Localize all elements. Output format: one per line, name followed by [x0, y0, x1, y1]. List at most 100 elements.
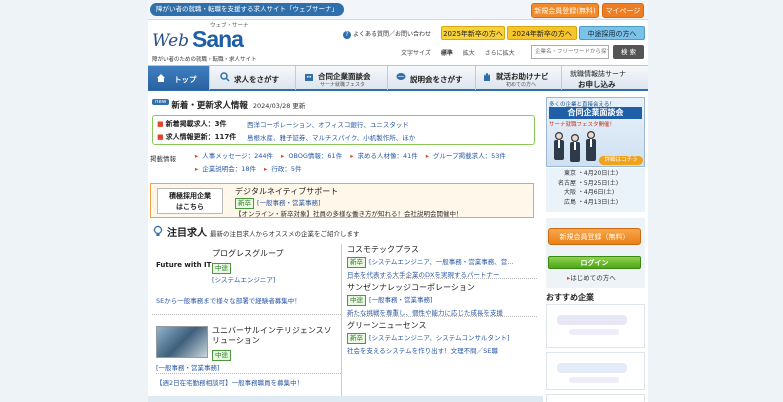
- job-category[interactable]: [一般事務・営業事務]: [369, 296, 433, 304]
- post-info-items: ▸ 人事メッセージ：244件 ▸ OBOG情報：61件 ▸ 求める人材像：41件 ▸ グループ…: [195, 150, 540, 176]
- fair-banner[interactable]: 多くの企業と直接会える！ 合同企業面談会 サーナ就職フェスタ開催！ 詳細はコチラ: [546, 97, 645, 167]
- nav-top[interactable]: トップ: [148, 66, 210, 90]
- nav-magazine[interactable]: 就職情報誌サーナ お申し込み: [562, 66, 648, 90]
- login-button[interactable]: ログイン: [548, 256, 641, 269]
- help-label: よくある質問／お問い合わせ: [353, 31, 432, 38]
- nav-jobs-label: 求人をさがす: [234, 75, 279, 84]
- recommend-card[interactable]: [546, 394, 645, 402]
- font-larger-button[interactable]: さらに拡大: [485, 50, 515, 57]
- hand-icon: [484, 73, 490, 81]
- main-nav: トップ 求人をさがす 合同企業面談会 サーナ就職フェスタ 説明会をさがす 就活お…: [148, 65, 648, 91]
- divider: [152, 314, 341, 315]
- sidebar-register-button[interactable]: 新規会員登録（無料）: [548, 228, 641, 245]
- news-new-links[interactable]: 西洋コーポレーション、オフィスコ銀行、ユニスタッド: [247, 119, 409, 129]
- divider: [347, 278, 537, 279]
- job-card[interactable]: コスモテックプラス 新卒 [システムエンジニア、一般事務・営業事務、営... 日本…: [347, 244, 537, 279]
- grad-2024-button[interactable]: 2024年新卒の方へ: [507, 26, 577, 40]
- news-date: 2024/03/28 更新: [252, 102, 306, 110]
- nav-fair[interactable]: 合同企業面談会 サーナ就職フェスタ: [296, 66, 388, 90]
- post-item[interactable]: ▸ OBOG情報：61件: [281, 152, 346, 160]
- search-input[interactable]: [531, 45, 609, 59]
- nav-seminar[interactable]: 説明会をさがす: [388, 66, 476, 90]
- attention-title: 注目求人: [167, 228, 207, 239]
- fair-schedule: 東京 ・4月20日(土) 名古屋 ・5月25日(土) 大阪 ・4月6日(土) 広…: [546, 168, 645, 212]
- post-info-label: 掲載情報: [150, 155, 176, 163]
- news-title: 新着・更新求人情報: [171, 101, 248, 111]
- font-size-label: 文字サイズ: [401, 50, 431, 57]
- job-category[interactable]: [システムエンジニア]: [212, 274, 275, 284]
- job-card[interactable]: グリーンニューセンス 新卒 [システムエンジニア、システムコンサルタント] 社会を…: [347, 320, 537, 355]
- attention-sub: 最新の注目求人からオススメの企業をご紹介します: [210, 230, 360, 238]
- schedule-row: 名古屋 ・5月25日(土): [557, 179, 619, 187]
- first-time-link[interactable]: ▸はじめての方へ: [567, 272, 616, 282]
- job-category[interactable]: [一般事務・営業事務]: [156, 362, 220, 372]
- nav-magazine-sub: お申し込み: [578, 80, 616, 89]
- corp-name[interactable]: デジタルネイティブサポート: [235, 186, 338, 197]
- schedule-row: 大阪 ・4月6日(土): [563, 189, 615, 196]
- nav-navi-sub: 初めての方へ: [506, 82, 537, 88]
- job-card[interactable]: サンゼンナレッジコーポレーション 中途 [一般事務・営業事務] 新たな挑戦を尊重し…: [347, 282, 537, 317]
- news-updated-links[interactable]: 島根水産、雅子証券、マルチスパイク、小机製作所、ほか: [247, 132, 415, 142]
- post-item[interactable]: ▸ 求める人材像：41件: [350, 152, 422, 160]
- recommend-card[interactable]: [546, 304, 645, 348]
- schedule-row: 東京 ・4月20日(土): [563, 170, 619, 177]
- post-item[interactable]: ▸ グループ掲載求人：53件: [426, 152, 510, 160]
- register-button[interactable]: 新規会員登録(無料): [531, 3, 599, 18]
- job-card[interactable]: Future with IT プログレスグループ 中途 [システムエンジニア] …: [156, 249, 341, 305]
- company-name[interactable]: ユニバーサルインテリジェンスソリューション: [212, 326, 332, 346]
- company-photo: [156, 326, 208, 358]
- news-row-new: ■ 新着掲載求人：3件 西洋コーポレーション、オフィスコ銀行、ユニスタッド: [157, 119, 409, 129]
- post-item[interactable]: ▸ 行政：5件: [264, 165, 305, 173]
- job-tags: 新卒 [システムエンジニア、一般事務・営業事務、営...: [347, 256, 537, 268]
- job-message[interactable]: 【週2日在宅勤務相談可】一般事務職員を募集中！: [156, 377, 303, 387]
- site-logo[interactable]: Web ウェブ・サーナ Sana 障がい者のための就職・転職・求人サイト: [152, 22, 262, 66]
- mid-career-tag: 中途: [347, 294, 366, 306]
- nav-jobs[interactable]: 求人をさがす: [210, 66, 296, 90]
- recommend-title: おすすめ企業: [546, 293, 594, 302]
- news-updated-label: 求人情報更新：117件: [165, 133, 237, 141]
- banner-cta[interactable]: 詳細はコチラ: [599, 156, 643, 165]
- job-category[interactable]: [システムエンジニア、システムコンサルタント]: [369, 334, 510, 342]
- news-new-label: 新着掲載求人：3件: [165, 120, 227, 128]
- company-name[interactable]: プログレスグループ: [212, 249, 284, 259]
- font-large-button[interactable]: 拡大: [463, 50, 475, 57]
- company-name[interactable]: コスモテックプラス: [347, 244, 537, 255]
- lightbulb-icon: [152, 225, 164, 236]
- divider: [347, 316, 537, 317]
- active-hiring-button[interactable]: 積極採用企業はこちら: [157, 188, 223, 214]
- home-icon: [157, 74, 165, 82]
- job-message[interactable]: 日本を代表する大手企業のDXを実現するパートナー: [347, 269, 537, 279]
- corp-description: 【オンライン・新卒対象】社員の多様な働き方が知れる！会社説明会開催中！: [235, 210, 463, 218]
- nav-navi[interactable]: 就活お助けナビ 初めての方へ: [476, 66, 562, 90]
- font-standard-button[interactable]: 標準: [441, 50, 453, 57]
- post-item[interactable]: ▸ 企業説明会：18件: [195, 165, 260, 173]
- corp-category[interactable]: [一般事務・営業事務]: [257, 199, 321, 207]
- job-message[interactable]: 社会を支えるシステムを作り出す！文理不問／SE職: [347, 345, 537, 355]
- job-message[interactable]: SEから一般事務まで様々な部署で経験者募集中！: [156, 295, 301, 305]
- company-name[interactable]: サンゼンナレッジコーポレーション: [347, 282, 537, 293]
- active-hiring-box: 積極採用企業はこちら デジタルネイティブサポート 新卒 [一般事務・営業事務] 【…: [150, 183, 534, 218]
- job-card[interactable]: ユニバーサルインテリジェンスソリューション 中途 [一般事務・営業事務] 【週2…: [156, 326, 341, 398]
- search-button[interactable]: 検 索: [613, 45, 644, 59]
- recommend-card[interactable]: [546, 352, 645, 390]
- schedule-row: 広島 ・4月13日(土): [563, 198, 619, 206]
- bullet-icon: ■: [157, 120, 164, 128]
- nav-seminar-label: 説明会をさがす: [410, 75, 463, 84]
- job-category[interactable]: [システムエンジニア、一般事務・営業事務、営...: [369, 258, 513, 266]
- grad-2025-button[interactable]: 2025年新卒の方へ: [441, 26, 505, 40]
- question-icon: ?: [343, 31, 351, 39]
- mid-career-button[interactable]: 中途採用の方へ: [579, 26, 645, 40]
- help-link[interactable]: ? よくある質問／お問い合わせ: [343, 29, 431, 39]
- company-name[interactable]: グリーンニューセンス: [347, 320, 537, 331]
- mypage-button[interactable]: マイページ: [602, 3, 644, 18]
- search-icon: [220, 72, 230, 82]
- divider: [156, 373, 341, 374]
- attention-header: 注目求人 最新の注目求人からオススメの企業をご紹介します: [152, 224, 536, 240]
- bullet-icon: ■: [157, 133, 164, 141]
- new-grad-tag: 新卒: [347, 256, 366, 268]
- logo-subtitle: 障がい者のための就職・転職・求人サイト: [152, 57, 257, 63]
- post-item[interactable]: ▸ 人事メッセージ：244件: [195, 152, 277, 160]
- page: 障がい者の就職・転職を支援する求人サイト「ウェブサーナ」 新規会員登録(無料) …: [0, 0, 783, 402]
- post-info: 掲載情報 ▸ 人事メッセージ：244件 ▸ OBOG情報：61件 ▸ 求める人材像：41件…: [150, 150, 540, 178]
- job-message[interactable]: 新たな挑戦を尊重し、個性や能力に応じた成長を支援: [347, 307, 537, 317]
